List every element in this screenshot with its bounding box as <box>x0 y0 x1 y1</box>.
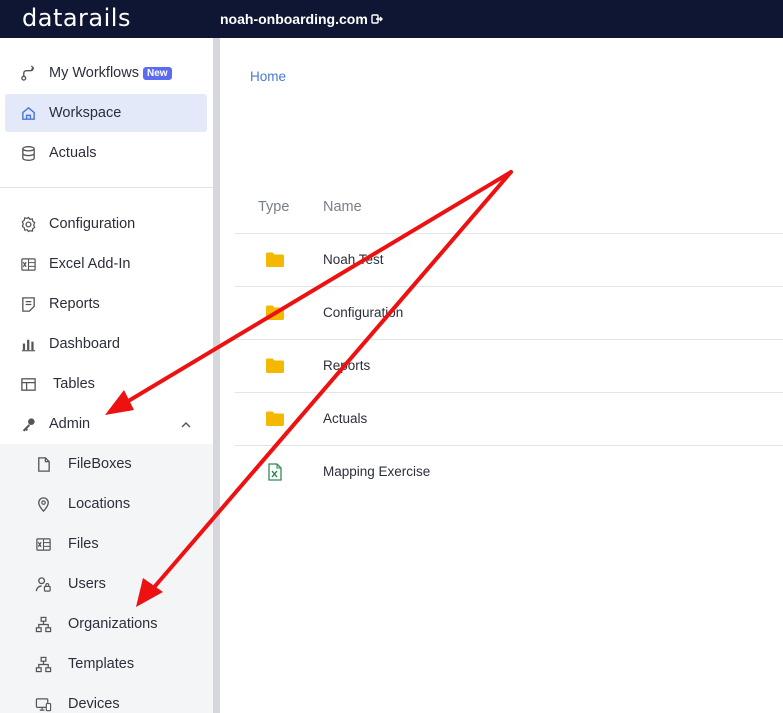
org-chart-icon <box>34 655 52 673</box>
database-icon <box>19 144 37 162</box>
tenant-switcher[interactable]: noah-onboarding.com <box>220 11 383 27</box>
sidebar-subitem-label: FileBoxes <box>68 456 132 472</box>
key-icon <box>19 415 37 433</box>
sidebar-item-reports[interactable]: Reports <box>5 285 207 323</box>
table-icon <box>19 375 37 393</box>
row-name: Configuration <box>323 305 404 320</box>
location-pin-icon <box>34 495 52 513</box>
org-chart-icon <box>34 615 52 633</box>
report-icon <box>19 295 37 313</box>
excel-icon <box>19 255 37 273</box>
folder-icon <box>266 411 284 426</box>
sidebar-item-dashboard[interactable]: Dashboard <box>5 325 207 363</box>
sidebar-item-configuration[interactable]: Configuration <box>5 205 207 243</box>
sidebar-subitem-label: Files <box>68 536 99 552</box>
sidebar-item-label: Workspace <box>49 105 122 121</box>
top-bar: datarails noah-onboarding.com <box>0 0 783 38</box>
sidebar-scrollbar[interactable] <box>213 38 220 713</box>
sidebar-subitem-label: Organizations <box>68 616 158 632</box>
sidebar-item-label: Reports <box>49 296 100 312</box>
row-name: Reports <box>323 358 371 373</box>
sidebar-subitem-users[interactable]: Users <box>24 565 209 603</box>
folder-icon <box>266 358 284 373</box>
folder-icon <box>266 252 284 267</box>
gear-icon <box>19 215 37 233</box>
table-row[interactable]: Configuration <box>235 287 783 339</box>
folder-icon <box>266 305 284 320</box>
sidebar-subitem-files[interactable]: Files <box>24 525 209 563</box>
datarails-logo[interactable]: datarails <box>22 4 131 32</box>
sidebar-item-label: Admin <box>49 416 91 432</box>
sidebar-item-label: Dashboard <box>49 336 120 352</box>
new-badge: New <box>142 66 172 80</box>
sidebar-item-label: Excel Add-In <box>49 256 131 272</box>
sidebar-subitem-label: Devices <box>68 696 120 712</box>
workflow-icon <box>19 64 37 82</box>
table-row[interactable]: Reports <box>235 340 783 392</box>
sidebar-subitem-label: Users <box>68 576 106 592</box>
row-name: Noah Test <box>323 252 384 267</box>
sidebar-item-label: Tables <box>53 376 95 392</box>
logout-icon[interactable] <box>371 13 383 25</box>
sidebar-divider <box>0 187 213 188</box>
file-icon <box>34 455 52 473</box>
sidebar-item-label: Actuals <box>49 145 97 161</box>
column-header-name[interactable]: Name <box>323 199 362 215</box>
sidebar-subitem-label: Locations <box>68 496 131 512</box>
table-row[interactable]: Actuals <box>235 393 783 445</box>
home-icon <box>19 104 37 122</box>
sidebar-item-my-workflows[interactable]: My Workflows New <box>5 54 207 92</box>
breadcrumb-home[interactable]: Home <box>250 69 286 84</box>
sidebar-subitem-fileboxes[interactable]: FileBoxes <box>24 445 209 483</box>
tenant-name: noah-onboarding.com <box>220 11 368 27</box>
sidebar-item-tables[interactable]: Tables <box>5 365 207 403</box>
sidebar-item-workspace[interactable]: Workspace <box>5 94 207 132</box>
sidebar-item-admin[interactable]: Admin <box>5 405 207 443</box>
table-row[interactable]: Mapping Exercise <box>235 446 783 498</box>
excel-file-icon <box>268 463 282 481</box>
sidebar-item-excel-add-in[interactable]: Excel Add-In <box>5 245 207 283</box>
row-name: Actuals <box>323 411 368 426</box>
table-row[interactable]: Noah Test <box>235 234 783 286</box>
device-icon <box>34 695 52 713</box>
sidebar-subitem-templates[interactable]: Templates <box>24 645 209 683</box>
sidebar-subitem-devices[interactable]: Devices <box>24 685 209 713</box>
sidebar-subitem-locations[interactable]: Locations <box>24 485 209 523</box>
row-name: Mapping Exercise <box>323 464 431 479</box>
sidebar-item-label: Configuration <box>49 216 136 232</box>
bar-chart-icon <box>19 335 37 353</box>
sidebar-subitem-label: Templates <box>68 656 135 672</box>
sidebar-item-label: My Workflows <box>49 65 139 81</box>
excel-file-icon <box>34 535 52 553</box>
user-lock-icon <box>34 575 52 593</box>
column-header-type[interactable]: Type <box>258 199 289 215</box>
chevron-up-icon[interactable] <box>180 419 192 431</box>
sidebar-item-actuals[interactable]: Actuals <box>5 134 207 172</box>
sidebar-subitem-organizations[interactable]: Organizations <box>24 605 209 643</box>
